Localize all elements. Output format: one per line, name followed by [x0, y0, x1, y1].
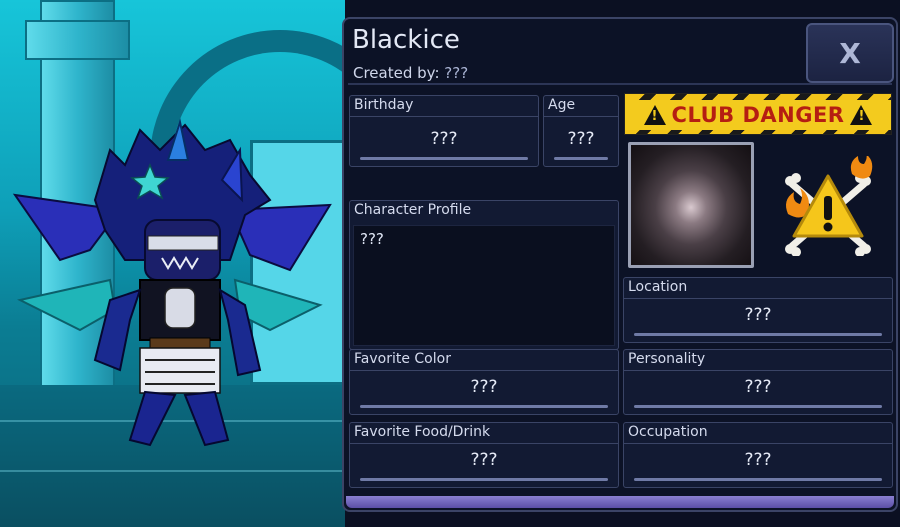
character-profile-text[interactable]: ??? — [353, 225, 615, 346]
personality-field[interactable]: Personality ??? — [623, 349, 893, 415]
character-name: Blackice — [352, 25, 460, 55]
club-banner: CLUB DANGER — [624, 93, 892, 135]
character-info-panel: Blackice Created by: ??? X Birthday ??? … — [342, 17, 898, 512]
favorite-food-field[interactable]: Favorite Food/Drink ??? — [349, 422, 619, 488]
birthday-label: Birthday — [354, 97, 414, 113]
label-divider — [350, 370, 618, 371]
input-underline — [360, 157, 528, 160]
created-by: Created by: ??? — [353, 64, 468, 82]
header-divider — [348, 83, 892, 85]
age-value: ??? — [567, 129, 595, 149]
warning-icon — [850, 105, 873, 125]
warning-icon — [643, 105, 666, 125]
favorite-color-value: ??? — [470, 377, 498, 397]
input-underline — [360, 478, 608, 481]
input-underline — [554, 157, 608, 160]
location-label: Location — [628, 279, 688, 295]
favorite-food-label: Favorite Food/Drink — [354, 424, 491, 440]
created-by-label: Created by: — [353, 64, 440, 82]
close-button[interactable]: X — [806, 23, 894, 83]
character-sprite — [12, 118, 332, 447]
character-profile-label: Character Profile — [354, 202, 472, 218]
birthday-field[interactable]: Birthday ??? — [349, 95, 539, 167]
label-divider — [350, 116, 538, 117]
label-divider — [624, 298, 892, 299]
created-by-value: ??? — [444, 64, 469, 82]
favorite-color-field[interactable]: Favorite Color ??? — [349, 349, 619, 415]
label-divider — [350, 443, 618, 444]
birthday-value: ??? — [430, 129, 458, 149]
character-portrait[interactable] — [628, 142, 754, 268]
close-icon: X — [839, 36, 861, 70]
label-divider — [624, 443, 892, 444]
character-scene — [0, 0, 345, 527]
age-label: Age — [548, 97, 576, 113]
favorite-food-value: ??? — [470, 450, 498, 470]
location-field[interactable]: Location ??? — [623, 277, 893, 343]
personality-label: Personality — [628, 351, 706, 367]
occupation-value: ??? — [744, 450, 772, 470]
input-underline — [634, 333, 882, 336]
panel-bottom-bar — [346, 496, 894, 508]
age-field[interactable]: Age ??? — [543, 95, 619, 167]
personality-value: ??? — [744, 377, 772, 397]
club-name: CLUB DANGER — [671, 103, 845, 127]
character-profile-field[interactable]: Character Profile ??? — [349, 200, 619, 350]
occupation-label: Occupation — [628, 424, 708, 440]
label-divider — [624, 370, 892, 371]
skull-crossbones-warning-icon — [785, 156, 873, 256]
input-underline — [360, 405, 608, 408]
input-underline — [634, 478, 882, 481]
club-banner-inner: CLUB DANGER — [625, 100, 891, 130]
label-divider — [544, 116, 618, 117]
location-value: ??? — [744, 305, 772, 325]
favorite-color-label: Favorite Color — [354, 351, 451, 367]
occupation-field[interactable]: Occupation ??? — [623, 422, 893, 488]
input-underline — [634, 405, 882, 408]
